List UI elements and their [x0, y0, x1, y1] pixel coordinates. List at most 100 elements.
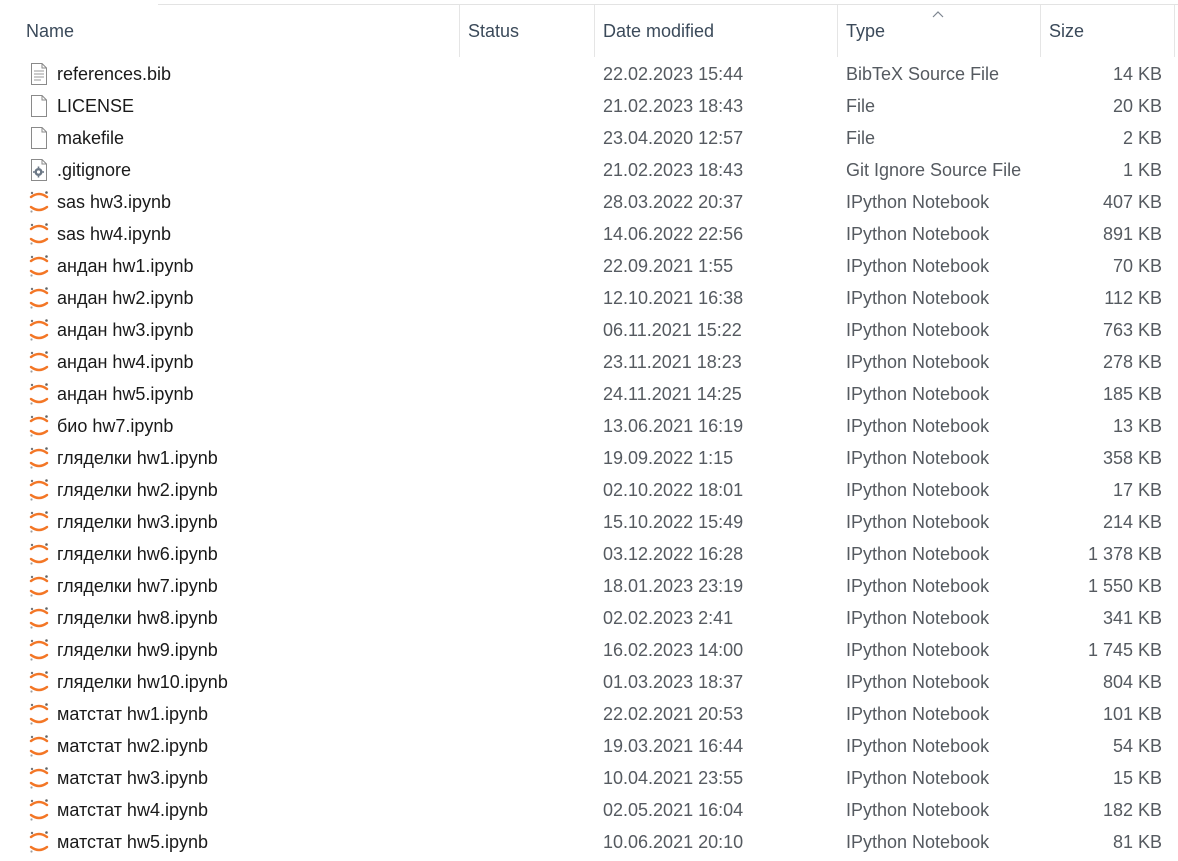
- file-row[interactable]: makefile 23.04.2020 12:57 File 2 KB: [0, 122, 1178, 154]
- file-type: Git Ignore Source File: [846, 160, 1022, 180]
- file-row[interactable]: гляделки hw2.ipynb 02.10.2022 18:01 IPytho…: [0, 474, 1178, 506]
- file-row[interactable]: био hw7.ipynb 13.06.2021 16:19 IPython Not…: [0, 410, 1178, 442]
- file-name: гляделки hw10.ipynb: [57, 672, 228, 692]
- file-date-modified: 22.02.2021 20:53: [603, 704, 744, 724]
- column-header-date-label: Date modified: [603, 20, 715, 41]
- file-size: 13 KB: [1112, 416, 1162, 436]
- text-file-icon: [28, 62, 50, 86]
- file-row[interactable]: гляделки hw10.ipynb 01.03.2023 18:37 IPyth…: [0, 666, 1178, 698]
- file-row[interactable]: .gitignore 21.02.2023 18:43 Git Ignore Sou…: [0, 154, 1178, 186]
- file-row[interactable]: гляделки hw3.ipynb 15.10.2022 15:49 IPytho…: [0, 506, 1178, 538]
- column-header-status-label: Status: [468, 20, 520, 41]
- file-row[interactable]: матстат hw1.ipynb 22.02.2021 20:53 IPython…: [0, 698, 1178, 730]
- column-header-filler: [1174, 5, 1178, 57]
- file-name: матстат hw4.ipynb: [57, 800, 208, 820]
- file-row[interactable]: андан hw4.ipynb 23.11.2021 18:23 IPython N…: [0, 346, 1178, 378]
- file-type: IPython Notebook: [846, 672, 990, 692]
- file-name: матстат hw1.ipynb: [57, 704, 208, 724]
- file-date-modified: 21.02.2023 18:43: [603, 160, 744, 180]
- file-row[interactable]: гляделки hw7.ipynb 18.01.2023 23:19 IPytho…: [0, 570, 1178, 602]
- jupyter-icon: [28, 478, 50, 502]
- file-type: IPython Notebook: [846, 448, 990, 468]
- file-date-modified: 18.01.2023 23:19: [603, 576, 744, 596]
- blank-file-icon: [28, 126, 50, 150]
- file-row[interactable]: андан hw2.ipynb 12.10.2021 16:38 IPython N…: [0, 282, 1178, 314]
- file-size: 20 KB: [1112, 96, 1162, 116]
- file-row[interactable]: андан hw3.ipynb 06.11.2021 15:22 IPython N…: [0, 314, 1178, 346]
- file-type: IPython Notebook: [846, 736, 990, 756]
- file-size: 112 KB: [1104, 288, 1162, 308]
- file-size: 804 KB: [1102, 672, 1162, 692]
- file-row[interactable]: андан hw1.ipynb 22.09.2021 1:55 IPython No…: [0, 250, 1178, 282]
- file-row[interactable]: sas hw3.ipynb 28.03.2022 20:37 IPython Not…: [0, 186, 1178, 218]
- column-header-name[interactable]: Name: [18, 5, 458, 57]
- file-name: матстат hw5.ipynb: [57, 832, 208, 852]
- file-date-modified: 02.10.2022 18:01: [603, 480, 744, 500]
- file-name: матстат hw3.ipynb: [57, 768, 208, 788]
- file-row[interactable]: гляделки hw1.ipynb 19.09.2022 1:15 IPython…: [0, 442, 1178, 474]
- file-name: андан hw1.ipynb: [57, 256, 194, 276]
- sort-ascending-icon: [932, 11, 944, 18]
- file-name: гляделки hw3.ipynb: [57, 512, 218, 532]
- column-header-size[interactable]: Size: [1040, 5, 1174, 57]
- jupyter-icon: [28, 414, 50, 438]
- file-date-modified: 22.09.2021 1:55: [603, 256, 734, 276]
- file-date-modified: 15.10.2022 15:49: [603, 512, 744, 532]
- file-type: IPython Notebook: [846, 800, 990, 820]
- file-size: 763 KB: [1102, 320, 1162, 340]
- file-type: IPython Notebook: [846, 192, 990, 212]
- file-type: BibTeX Source File: [846, 64, 1000, 84]
- file-date-modified: 02.02.2023 2:41: [603, 608, 734, 628]
- file-row[interactable]: гляделки hw6.ipynb 03.12.2022 16:28 IPytho…: [0, 538, 1178, 570]
- file-type: IPython Notebook: [846, 288, 990, 308]
- file-size: 278 KB: [1102, 352, 1162, 372]
- file-date-modified: 10.06.2021 20:10: [603, 832, 744, 852]
- file-name: гляделки hw7.ipynb: [57, 576, 218, 596]
- file-name: makefile: [57, 128, 125, 148]
- file-date-modified: 12.10.2021 16:38: [603, 288, 744, 308]
- file-name: гляделки hw9.ipynb: [57, 640, 218, 660]
- file-row[interactable]: андан hw5.ipynb 24.11.2021 14:25 IPython N…: [0, 378, 1178, 410]
- file-size: 14 KB: [1112, 64, 1162, 84]
- file-name: sas hw4.ipynb: [57, 224, 172, 244]
- file-size: 2 KB: [1122, 128, 1162, 148]
- file-row[interactable]: sas hw4.ipynb 14.06.2022 22:56 IPython Not…: [0, 218, 1178, 250]
- file-type: IPython Notebook: [846, 768, 990, 788]
- config-file-icon: [28, 158, 50, 182]
- file-row[interactable]: матстат hw4.ipynb 02.05.2021 16:04 IPython…: [0, 794, 1178, 826]
- file-date-modified: 19.03.2021 16:44: [603, 736, 744, 756]
- file-size: 1 378 KB: [1087, 544, 1162, 564]
- file-type: IPython Notebook: [846, 224, 990, 244]
- jupyter-icon: [28, 670, 50, 694]
- jupyter-icon: [28, 382, 50, 406]
- column-header-bar: Name Status Date modified Type Size: [0, 5, 1178, 57]
- file-row[interactable]: гляделки hw8.ipynb 02.02.2023 2:41 IPython…: [0, 602, 1178, 634]
- jupyter-icon: [28, 606, 50, 630]
- file-name: матстат hw2.ipynb: [57, 736, 208, 756]
- file-name: андан hw3.ipynb: [57, 320, 194, 340]
- column-header-size-label: Size: [1049, 20, 1085, 41]
- file-type: IPython Notebook: [846, 640, 990, 660]
- column-header-type-label: Type: [846, 20, 886, 41]
- jupyter-icon: [28, 350, 50, 374]
- file-date-modified: 16.02.2023 14:00: [603, 640, 744, 660]
- file-type: IPython Notebook: [846, 320, 990, 340]
- file-list: references.bib 22.02.2023 15:44 BibTeX Sou…: [0, 58, 1178, 858]
- file-row[interactable]: матстат hw3.ipynb 10.04.2021 23:55 IPython…: [0, 762, 1178, 794]
- file-size: 182 KB: [1102, 800, 1162, 820]
- column-header-date[interactable]: Date modified: [594, 5, 836, 57]
- file-date-modified: 14.06.2022 22:56: [603, 224, 744, 244]
- file-type: IPython Notebook: [846, 832, 990, 852]
- file-type: IPython Notebook: [846, 384, 990, 404]
- file-row[interactable]: references.bib 22.02.2023 15:44 BibTeX Sou…: [0, 58, 1178, 90]
- file-row[interactable]: гляделки hw9.ipynb 16.02.2023 14:00 IPytho…: [0, 634, 1178, 666]
- file-type: IPython Notebook: [846, 608, 990, 628]
- file-date-modified: 01.03.2023 18:37: [603, 672, 744, 692]
- file-name: андан hw4.ipynb: [57, 352, 194, 372]
- file-row[interactable]: матстат hw5.ipynb 10.06.2021 20:10 IPython…: [0, 826, 1178, 858]
- file-row[interactable]: LICENSE 21.02.2023 18:43 File 20 KB: [0, 90, 1178, 122]
- blank-file-icon: [28, 94, 50, 118]
- file-row[interactable]: матстат hw2.ipynb 19.03.2021 16:44 IPython…: [0, 730, 1178, 762]
- file-name: гляделки hw2.ipynb: [57, 480, 218, 500]
- column-header-status[interactable]: Status: [459, 5, 593, 57]
